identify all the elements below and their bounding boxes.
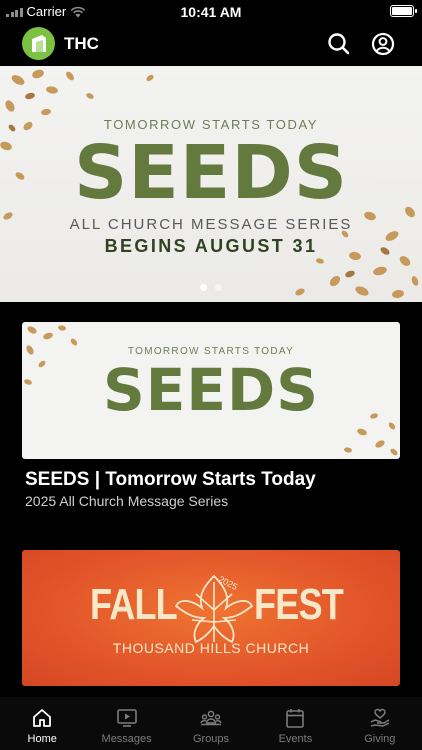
giving-hand-icon — [370, 708, 390, 727]
tab-bar: Home Messages Groups Events Giving — [0, 697, 422, 750]
status-time: 10:41 AM — [180, 4, 242, 20]
home-icon — [33, 709, 52, 727]
tab-events[interactable]: Events — [253, 697, 337, 750]
carousel-dot-2[interactable] — [215, 284, 222, 291]
tab-giving[interactable]: Giving — [338, 697, 422, 750]
seeds-card-image[interactable]: TOMORROW STARTS TODAY SEEDS — [22, 322, 400, 459]
app-logo[interactable] — [22, 27, 55, 60]
battery-icon — [390, 5, 417, 17]
fall-fest-right-word: FEST — [254, 580, 344, 629]
leaf-icon — [174, 574, 254, 644]
card-title[interactable]: SEEDS | Tomorrow Starts Today — [25, 469, 316, 491]
play-tv-icon — [116, 709, 137, 727]
tab-messages[interactable]: Messages — [84, 697, 168, 750]
tab-groups[interactable]: Groups — [169, 697, 253, 750]
fall-fest-left-word: FALL — [90, 580, 178, 629]
card-image-title: SEEDS — [103, 356, 319, 424]
hero-date: BEGINS AUGUST 31 — [104, 236, 318, 256]
hero-subtitle: ALL CHURCH MESSAGE SERIES — [69, 216, 353, 233]
fall-fest-card-image[interactable]: FALL 2025 FEST THOUSAND HILLS CHURCH — [22, 550, 400, 686]
tab-label: Giving — [364, 733, 396, 745]
tab-label: Home — [27, 733, 57, 745]
fall-fest-church-name: THOUSAND HILLS CHURCH — [112, 640, 310, 656]
calendar-icon — [286, 709, 305, 728]
status-bar: Carrier 10:41 AM — [0, 0, 422, 22]
tab-label: Messages — [101, 733, 152, 745]
hero-carousel[interactable]: TOMORROW STARTS TODAY SEEDS ALL CHURCH M… — [0, 66, 422, 302]
profile-icon[interactable] — [370, 31, 396, 57]
tab-label: Groups — [192, 733, 230, 745]
carousel-dot-1[interactable] — [200, 284, 207, 291]
search-icon[interactable] — [326, 31, 352, 57]
church-logo-icon — [32, 35, 46, 52]
hero-title: SEEDS — [73, 130, 349, 216]
app-title: THC — [64, 34, 99, 53]
carousel-dots — [0, 284, 422, 291]
tab-home[interactable]: Home — [0, 697, 84, 750]
tab-label: Events — [278, 733, 313, 745]
groups-icon — [200, 710, 222, 726]
app-header: THC — [0, 24, 422, 64]
card-subtitle: 2025 All Church Message Series — [25, 493, 229, 509]
